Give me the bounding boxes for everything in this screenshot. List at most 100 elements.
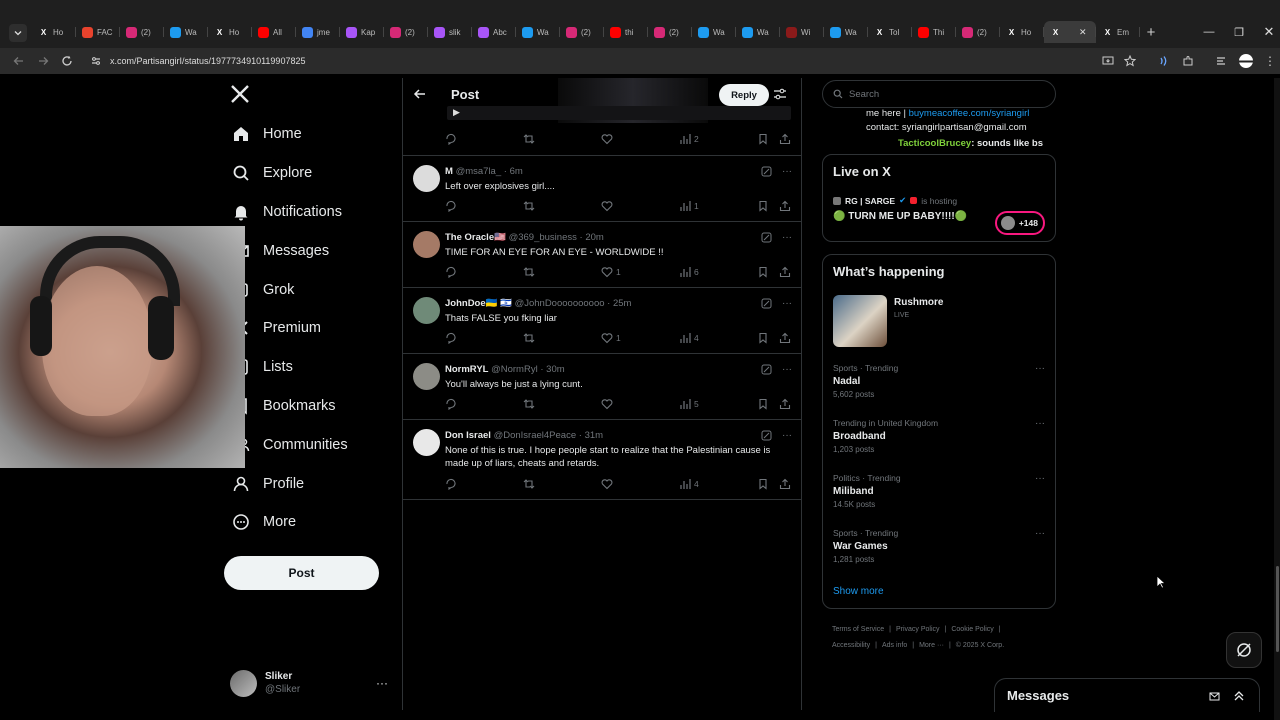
share-button[interactable] [779,478,791,490]
more-horizontal-icon[interactable]: ··· [1035,363,1045,374]
feature-name[interactable]: Rushmore [894,297,943,308]
browser-tab[interactable]: jme [296,21,340,43]
footer-link[interactable]: Accessibility [832,642,870,649]
share-button[interactable] [779,266,791,278]
author-handle[interactable]: @DonIsrael4Peace [494,430,577,441]
sidebar-item-notifications[interactable]: Notifications [224,193,402,232]
sidebar-item-messages[interactable]: Messages [224,231,402,270]
forward-button[interactable] [34,52,52,70]
share-button[interactable] [779,200,791,212]
browser-tab[interactable]: Abc [472,21,516,43]
share-button[interactable] [779,332,791,344]
filter-icon[interactable] [773,87,787,101]
bookmark-button[interactable] [757,200,769,212]
footer-link[interactable]: Ads info [882,642,907,649]
author-name[interactable]: M [445,166,453,177]
close-tab-icon[interactable]: ✕ [1079,27,1087,38]
reply-button[interactable] [445,266,457,278]
bookmark-button[interactable] [757,133,769,145]
views-button[interactable]: 4 [679,332,699,344]
browser-tab[interactable]: (2) [648,21,692,43]
back-button[interactable] [10,52,28,70]
browser-tab[interactable]: Wi [780,21,824,43]
views-button[interactable]: 1 [679,200,699,212]
play-icon[interactable]: ▶ [453,107,460,118]
like-button[interactable] [601,133,613,145]
sidebar-item-explore[interactable]: Explore [224,154,402,193]
share-button[interactable] [779,398,791,410]
grok-button[interactable] [1226,632,1262,668]
like-button[interactable]: 1 [601,332,621,344]
tab-search-button[interactable] [9,24,27,42]
views-button[interactable]: 2 [679,133,699,145]
browser-tab[interactable]: X Ho [1000,21,1044,43]
more-horizontal-icon[interactable]: ··· [376,676,388,690]
retweet-button[interactable] [523,266,535,278]
author-handle[interactable]: @NormRyl [491,364,538,375]
grok-analyze-icon[interactable] [761,364,772,375]
author-name[interactable]: NormRYL [445,364,488,375]
grok-analyze-icon[interactable] [761,232,772,243]
sidebar-item-home[interactable]: Home [224,115,402,154]
restore-button[interactable]: ❐ [1224,22,1254,42]
reload-button[interactable] [58,52,76,70]
more-horizontal-icon[interactable]: ··· [782,430,792,441]
bio-link[interactable]: buymeacoffee.com/syriangirl [909,108,1030,119]
footer-link[interactable]: Terms of Service [832,626,884,633]
retweet-button[interactable] [523,478,535,490]
avatar[interactable] [413,429,440,456]
sidebar-item-premium[interactable]: Premium [224,309,402,348]
bookmark-button[interactable] [757,398,769,410]
sidebar-item-more[interactable]: More [224,503,402,542]
menu-icon[interactable]: ⋮ [1262,53,1278,69]
retweet-button[interactable] [523,398,535,410]
browser-tab[interactable]: FAC [76,21,120,43]
author-handle[interactable]: @JohnDoooooooooo [515,298,605,309]
x-logo[interactable] [230,84,252,106]
bookmark-button[interactable] [757,266,769,278]
more-horizontal-icon[interactable]: ··· [782,298,792,309]
reading-list-icon[interactable] [1214,53,1230,69]
chevron-up-icon[interactable] [1233,690,1245,702]
live-host[interactable]: RG | SARGE ✔ is hosting [833,195,957,206]
trend-item[interactable]: Politics · Trending Miliband 14.5K posts ··… [833,473,1047,509]
footer-link[interactable]: More ··· [919,642,944,649]
more-horizontal-icon[interactable]: ··· [782,232,792,243]
sidebar-item-bookmarks[interactable]: Bookmarks [224,387,402,426]
grok-analyze-icon[interactable] [761,298,772,309]
more-horizontal-icon[interactable]: ··· [782,166,792,177]
star-icon[interactable] [1122,53,1138,69]
author-name[interactable]: JohnDoe🇺🇦 🇮🇱 [445,298,512,309]
avatar[interactable] [413,165,440,192]
share-button[interactable] [779,133,791,145]
browser-tab[interactable]: Wa [164,21,208,43]
avatar[interactable] [413,297,440,324]
chat-username[interactable]: TacticoolBrucey [898,138,971,149]
browser-tab[interactable]: X Em [1096,21,1140,43]
more-horizontal-icon[interactable]: ··· [1035,528,1045,539]
new-message-icon[interactable] [1209,690,1221,702]
reply-tweet[interactable]: NormRYL @NormRyl · 30m You'll always be j… [403,354,801,420]
reply-tweet[interactable]: JohnDoe🇺🇦 🇮🇱 @JohnDoooooooooo · 25m Thats… [403,288,801,354]
sidebar-item-grok[interactable]: Grok [224,270,402,309]
reply-button[interactable] [445,200,457,212]
browser-tab[interactable]: Wa [736,21,780,43]
sidebar-item-lists[interactable]: Lists [224,348,402,387]
sidebar-item-communities[interactable]: Communities [224,425,402,464]
browser-tab[interactable]: X Ho [208,21,252,43]
messages-dock[interactable]: Messages [994,678,1260,712]
browser-tab[interactable]: (2) [560,21,604,43]
browser-tab[interactable]: Wa [824,21,868,43]
views-button[interactable]: 4 [679,478,699,490]
timestamp[interactable]: 31m [585,430,603,441]
browser-tab[interactable]: (2) [384,21,428,43]
retweet-button[interactable] [523,332,535,344]
reply-tweet[interactable]: M @msa7la_ · 6m Left over explosives girl… [403,156,801,222]
like-button[interactable] [601,478,616,490]
author-handle[interactable]: @369_business [509,232,577,243]
trend-item[interactable]: Sports · Trending Nadal 5,602 posts ··· [833,363,1047,399]
bookmark-button[interactable] [757,332,769,344]
close-window-button[interactable]: ✕ [1254,22,1280,42]
browser-tab[interactable]: X Tol [868,21,912,43]
browser-tab[interactable]: All [252,21,296,43]
